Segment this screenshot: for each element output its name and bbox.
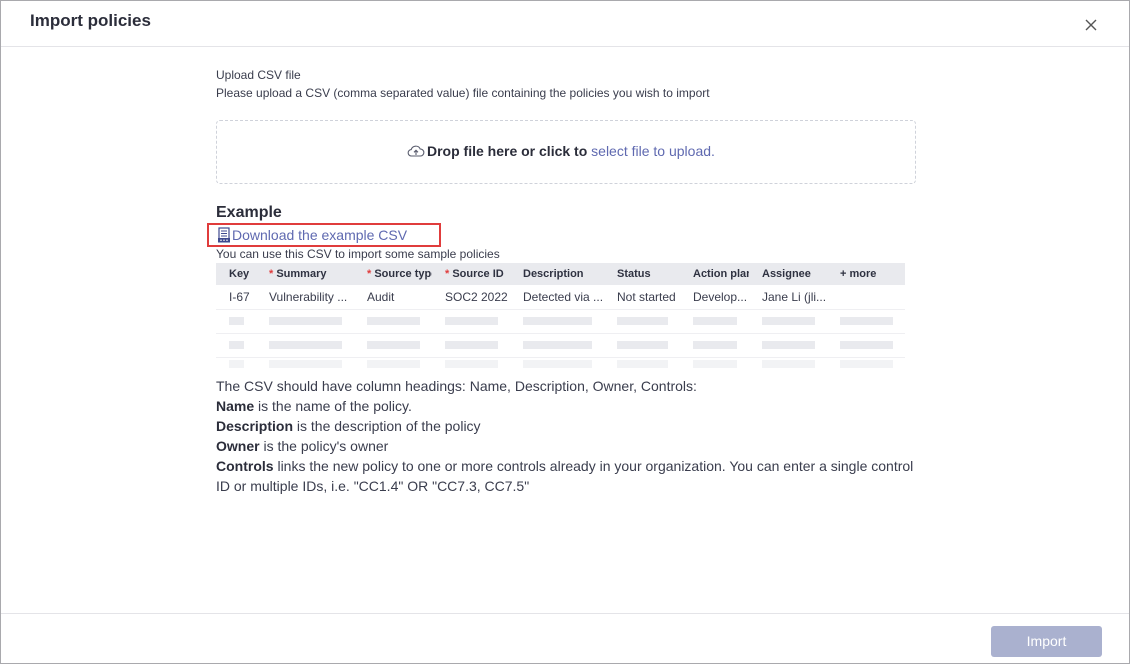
dialog-footer [1, 613, 1129, 663]
table-cell: Jane Li (jli... [749, 285, 827, 310]
placeholder-bar [617, 360, 668, 369]
placeholder-bar [269, 317, 342, 325]
column-header-more: + more [827, 263, 905, 285]
placeholder-bar [693, 317, 737, 325]
placeholder-bar [229, 317, 244, 325]
upload-description: Please upload a CSV (comma separated val… [216, 86, 710, 100]
placeholder-bar [445, 341, 498, 349]
instructions-intro: The CSV should have column headings: Nam… [216, 378, 697, 394]
placeholder-bar [269, 360, 342, 369]
placeholder-bar [523, 360, 592, 369]
placeholder-bar [523, 317, 592, 325]
placeholder-bar [762, 317, 815, 325]
placeholder-bar [762, 360, 815, 369]
table-cell: Audit [354, 285, 432, 310]
placeholder-row [216, 357, 905, 371]
table-cell: Develop... [680, 285, 749, 310]
table-header-row: Key * Summary * Source type * Source ID … [216, 263, 905, 285]
csv-instructions: The CSV should have column headings: Nam… [216, 376, 916, 496]
placeholder-bar [617, 341, 668, 349]
placeholder-bar [229, 341, 244, 349]
download-example-csv-link[interactable]: Download the example CSV [217, 227, 407, 243]
placeholder-bar [693, 341, 737, 349]
table-cell: Vulnerability ... [256, 285, 354, 310]
select-file-link[interactable]: select file to upload. [591, 143, 715, 159]
placeholder-bar [445, 360, 498, 369]
placeholder-bar [762, 341, 815, 349]
dropzone-content: Drop file here or click to select file t… [407, 143, 715, 159]
placeholder-bar [840, 360, 893, 369]
column-header-summary: * Summary [256, 263, 354, 285]
instruction-controls: Controls links the new policy to one or … [216, 458, 914, 494]
table-cell [827, 285, 905, 310]
column-header-source-type: * Source type [354, 263, 432, 285]
csv-file-icon [217, 227, 231, 243]
column-header-status: Status [604, 263, 680, 285]
placeholder-bar [367, 341, 420, 349]
placeholder-row [216, 333, 905, 358]
example-heading: Example [216, 204, 282, 221]
column-header-source-id: * Source ID [432, 263, 510, 285]
placeholder-row [216, 309, 905, 334]
placeholder-bar [445, 317, 498, 325]
column-header-key: Key [216, 263, 256, 285]
placeholder-bar [367, 317, 420, 325]
table-cell: Not started [604, 285, 680, 310]
placeholder-bar [693, 360, 737, 369]
placeholder-bar [840, 317, 893, 325]
instruction-description: Description is the description of the po… [216, 418, 481, 434]
placeholder-bar [269, 341, 342, 349]
instruction-owner: Owner is the policy's owner [216, 438, 389, 454]
download-link-label: Download the example CSV [232, 227, 408, 243]
dialog-header: Import policies [1, 1, 1129, 47]
placeholder-bar [840, 341, 893, 349]
close-icon[interactable] [1081, 15, 1101, 35]
table-cell: Detected via ... [510, 285, 604, 310]
placeholder-bar [523, 341, 592, 349]
cloud-upload-icon [407, 144, 425, 158]
column-header-action-plan: Action plan [680, 263, 749, 285]
example-table: Key * Summary * Source type * Source ID … [216, 263, 905, 371]
import-policies-dialog: Import policies Upload CSV file Please u… [0, 0, 1130, 664]
dialog-title: Import policies [30, 11, 151, 30]
import-button[interactable]: Import [991, 626, 1102, 657]
placeholder-bar [367, 360, 420, 369]
table-cell: SOC2 2022 [432, 285, 510, 310]
column-header-assignee: Assignee [749, 263, 827, 285]
download-subtext: You can use this CSV to import some samp… [216, 247, 500, 261]
table-row: I-67 Vulnerability ... Audit SOC2 2022 D… [216, 285, 905, 310]
upload-label: Upload CSV file [216, 68, 301, 82]
dropzone-text: Drop file here or click to [427, 143, 588, 159]
column-header-description: Description [510, 263, 604, 285]
instruction-name: Name is the name of the policy. [216, 398, 412, 414]
file-dropzone[interactable]: Drop file here or click to select file t… [216, 120, 916, 184]
table-cell: I-67 [216, 285, 256, 310]
placeholder-bar [229, 360, 244, 369]
placeholder-bar [617, 317, 668, 325]
